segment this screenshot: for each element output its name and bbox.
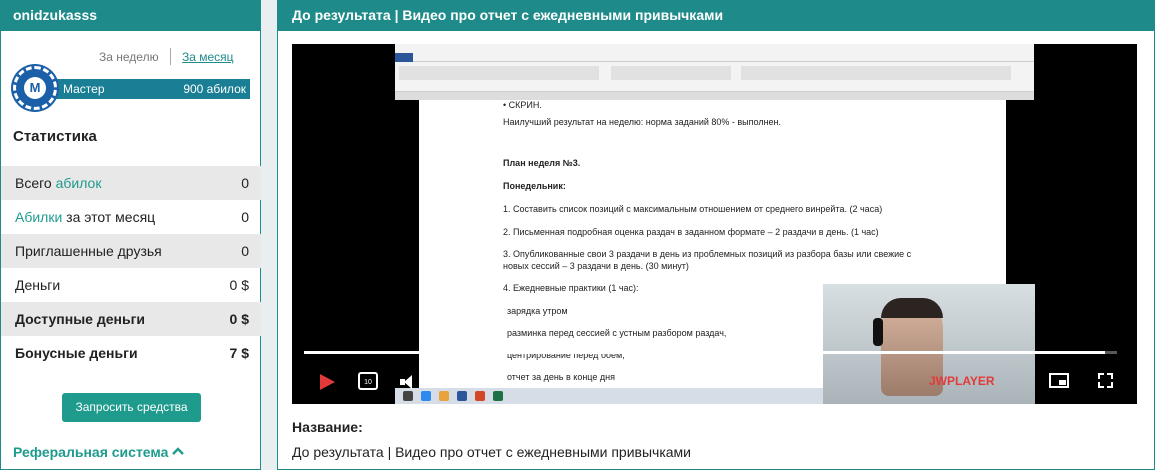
fs-corner	[1098, 382, 1104, 388]
doc-line: 4. Ежедневные практики (1 час):	[503, 283, 639, 293]
taskbar-app-icon	[475, 391, 485, 401]
doc-line: 3. Опубликованные свои 3 раздачи в день …	[503, 249, 912, 259]
picture-in-picture-icon[interactable]	[1049, 373, 1069, 388]
stat-row-total-abilki: Всего абилок 0	[1, 166, 261, 200]
referral-label: Реферальная система	[13, 444, 169, 460]
username: onidzukasss	[1, 0, 260, 31]
stat-value: 0	[241, 243, 249, 259]
doc-line: разминка перед сессией с устным разбором…	[507, 328, 727, 338]
video-name-value: До результата | Видео про отчет с ежедне…	[292, 444, 691, 460]
volume-icon[interactable]	[400, 375, 416, 389]
level-name: Мастер	[63, 82, 105, 96]
doc-line: 2. Письменная подробная оценка раздач в …	[503, 227, 879, 237]
player-letterbox-right	[1034, 44, 1137, 404]
stats-title: Статистика	[13, 128, 97, 145]
stats-table: Всего абилок 0 Абилки за этот месяц 0 Пр…	[1, 166, 261, 370]
headset-icon	[873, 318, 883, 346]
abilki-link[interactable]: Абилки	[15, 209, 62, 225]
period-divider	[170, 48, 171, 65]
word-ribbon	[395, 44, 1034, 92]
doc-line: зарядка утром	[507, 306, 568, 316]
video-time: 15:53 / 16:05	[438, 375, 503, 387]
request-funds-button[interactable]: Запросить средства	[62, 393, 201, 422]
player-letterbox-left	[292, 44, 395, 404]
level-badge-letter: M	[24, 77, 46, 99]
stat-label: Доступные деньги	[15, 311, 146, 327]
doc-line: отчет за день в конце дня	[507, 372, 615, 382]
stat-value: 0 $	[229, 311, 249, 327]
chevron-up-icon	[172, 447, 185, 455]
taskbar-app-icon	[421, 391, 431, 401]
stat-value: 0 $	[229, 277, 249, 293]
fullscreen-icon[interactable]	[1098, 373, 1113, 388]
doc-line: Понедельник:	[503, 181, 566, 191]
ribbon-group-paragraph	[611, 66, 731, 80]
ribbon-group-font	[399, 66, 599, 80]
stat-label: за этот месяц	[62, 209, 156, 225]
video-player[interactable]: • СКРИН. Наилучший результат на неделю: …	[292, 44, 1137, 404]
taskbar-app-icon	[493, 391, 503, 401]
jwplayer-logo-text: JWPLAYER	[929, 374, 995, 388]
word-ruler	[395, 92, 1034, 100]
doc-line: Наилучший результат на неделю: норма зад…	[503, 117, 782, 127]
fs-corner	[1107, 382, 1113, 388]
video-title: До результата | Видео про отчет с ежедне…	[278, 0, 1154, 31]
period-month-link[interactable]: За месяц	[182, 50, 234, 64]
fs-corner	[1098, 373, 1104, 379]
referral-system-toggle[interactable]: Реферальная система	[13, 444, 185, 460]
stat-value: 0	[241, 175, 249, 191]
duration: 16:05	[475, 375, 504, 387]
stat-label: Деньги	[15, 277, 61, 293]
abilki-link[interactable]: абилок	[56, 175, 102, 191]
level-points: 900 абилок	[183, 82, 246, 96]
video-panel: До результата | Видео про отчет с ежедне…	[277, 0, 1155, 470]
current-time: 15:53	[438, 375, 467, 387]
stat-row-month-abilki: Абилки за этот месяц 0	[1, 200, 261, 234]
taskbar-start-icon	[403, 391, 413, 401]
presenter-hair	[881, 298, 943, 318]
stat-row-invited-friends: Приглашенные друзья 0	[1, 234, 261, 268]
file-tab	[395, 53, 413, 62]
profile-panel: onidzukasss За неделю За месяц Мастер 90…	[0, 0, 261, 470]
doc-line: • СКРИН.	[503, 100, 542, 110]
ribbon-group-styles	[741, 66, 1011, 80]
jwplayer-logo[interactable]: JWPLAYER	[929, 374, 995, 388]
fs-corner	[1107, 373, 1113, 379]
stat-label: Всего	[15, 175, 56, 191]
taskbar-word-icon	[457, 391, 467, 401]
video-name-label: Название:	[292, 419, 363, 435]
doc-line: 1. Составить список позиций с максимальн…	[503, 204, 883, 214]
video-progress-bar[interactable]	[304, 351, 1117, 354]
video-progress-fill	[304, 351, 1105, 354]
doc-line: новых сессий – 3 раздачи в день. (30 мин…	[503, 261, 689, 271]
stat-label: Бонусные деньги	[15, 345, 138, 361]
stat-value: 7 $	[229, 345, 249, 361]
taskbar-app-icon	[439, 391, 449, 401]
level-indicator: Мастер 900 абилок M	[13, 66, 250, 110]
ribbon-tabs	[395, 54, 1034, 62]
level-bar: Мастер 900 абилок	[46, 79, 250, 99]
period-week-link[interactable]: За неделю	[99, 50, 159, 64]
pip-inner	[1059, 380, 1066, 385]
stat-row-bonus-money: Бонусные деньги 7 $	[1, 336, 261, 370]
rewind-10-icon[interactable]: 10	[358, 372, 378, 390]
stat-row-available-money: Доступные деньги 0 $	[1, 302, 261, 336]
stat-label: Приглашенные друзья	[15, 243, 162, 259]
stat-row-money: Деньги 0 $	[1, 268, 261, 302]
volume-icon-cone	[404, 375, 412, 389]
doc-line: План неделя №3.	[503, 158, 581, 168]
play-icon[interactable]	[320, 374, 335, 390]
stat-value: 0	[241, 209, 249, 225]
level-badge-icon: M	[13, 66, 57, 110]
